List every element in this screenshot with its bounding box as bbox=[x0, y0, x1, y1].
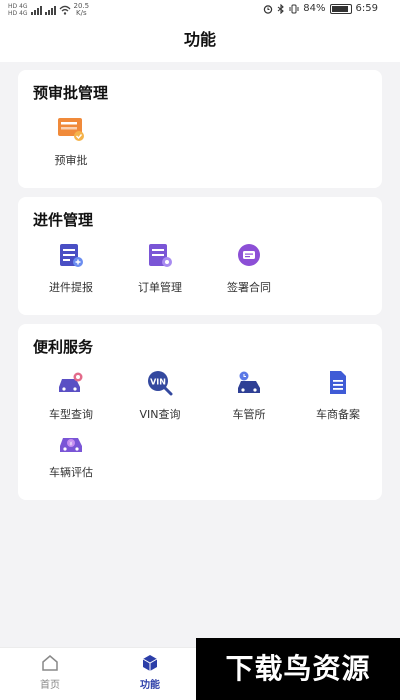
status-left: HD 4G HD 4G 20.5 K/s bbox=[8, 3, 90, 18]
section-title: 便利服务 bbox=[33, 338, 94, 356]
tab-label: 首页 bbox=[40, 680, 60, 691]
menu-item-vehicle-valuation[interactable]: ¥ 车辆评估 bbox=[26, 428, 116, 480]
menu-item-dealer-filing[interactable]: 车商备案 bbox=[293, 370, 383, 422]
menu-item-label: 车商备案 bbox=[316, 408, 360, 421]
tab-label: 功能 bbox=[140, 680, 160, 691]
wifi-icon bbox=[59, 5, 70, 15]
svg-text:¥: ¥ bbox=[69, 441, 72, 447]
menu-item-pre-approval[interactable]: 预审批 bbox=[26, 116, 116, 168]
menu-item-label: VIN查询 bbox=[139, 408, 181, 421]
alarm-icon bbox=[264, 4, 273, 14]
menu-item-label: 车管所 bbox=[232, 408, 266, 421]
section-title: 进件管理 bbox=[33, 211, 94, 229]
menu-item-submit-application[interactable]: 进件提报 bbox=[26, 243, 116, 295]
menu-item-label: 车辆评估 bbox=[49, 466, 93, 479]
dealer-filing-icon bbox=[330, 371, 346, 394]
section-card-application: 进件管理 进件提报 订单管理 签署合同 bbox=[18, 197, 382, 315]
clock: 6:59 bbox=[355, 3, 378, 14]
section-card-pre-approval: 预审批管理 预审批 bbox=[18, 70, 382, 188]
signal-icon bbox=[30, 5, 42, 15]
speed-unit: K/s bbox=[76, 9, 87, 17]
tab-functions[interactable]: 功能 bbox=[120, 654, 180, 691]
network-speed: 20.5 K/s bbox=[74, 3, 90, 17]
menu-item-label: 签署合同 bbox=[227, 281, 271, 294]
watermark-banner: 下载鸟资源 bbox=[196, 638, 400, 700]
network-label: HD bbox=[8, 10, 18, 17]
menu-item-label: 车型查询 bbox=[49, 408, 93, 421]
document-submit-icon bbox=[60, 244, 83, 267]
vibrate-icon bbox=[289, 4, 299, 13]
cube-icon bbox=[142, 655, 158, 671]
network-label: HD bbox=[8, 3, 18, 10]
vin-search-icon: VIN bbox=[148, 371, 173, 396]
section-card-convenience: 便利服务 车型查询 VIN VIN查询 车管所 车商备案 ¥ 车辆评估 bbox=[18, 324, 382, 500]
status-bar: HD 4G HD 4G 20.5 K/s 84% 6:59 bbox=[0, 0, 400, 20]
menu-item-sign-contract[interactable]: 签署合同 bbox=[204, 243, 294, 295]
page-title: 功能 bbox=[0, 20, 400, 62]
approval-card-icon bbox=[58, 118, 84, 141]
order-manage-icon bbox=[149, 244, 172, 267]
menu-item-label: 订单管理 bbox=[138, 281, 182, 294]
battery-percentage: 84% bbox=[303, 3, 326, 14]
sign-contract-icon bbox=[238, 244, 260, 266]
status-right: 84% 6:59 bbox=[263, 3, 378, 14]
network-type: 4G bbox=[19, 3, 28, 10]
section-title: 预审批管理 bbox=[33, 84, 109, 102]
home-icon bbox=[42, 655, 58, 671]
signal-icon bbox=[44, 5, 56, 15]
vehicle-office-icon bbox=[238, 371, 260, 393]
menu-item-vin-search[interactable]: VIN VIN查询 bbox=[115, 370, 205, 422]
menu-item-label: 预审批 bbox=[54, 154, 88, 167]
network-type: 4G bbox=[19, 10, 28, 17]
vehicle-valuation-icon: ¥ bbox=[60, 438, 82, 452]
tab-home[interactable]: 首页 bbox=[20, 654, 80, 691]
car-search-icon bbox=[59, 372, 83, 392]
menu-item-order-management[interactable]: 订单管理 bbox=[115, 243, 205, 295]
menu-item-label: 进件提报 bbox=[49, 281, 93, 294]
bluetooth-icon bbox=[277, 3, 285, 14]
menu-item-car-model-search[interactable]: 车型查询 bbox=[26, 370, 116, 422]
network-indicator: HD 4G HD 4G bbox=[8, 3, 28, 17]
battery-icon bbox=[329, 3, 352, 14]
svg-text:VIN: VIN bbox=[150, 378, 166, 387]
menu-item-vehicle-office[interactable]: 车管所 bbox=[204, 370, 294, 422]
